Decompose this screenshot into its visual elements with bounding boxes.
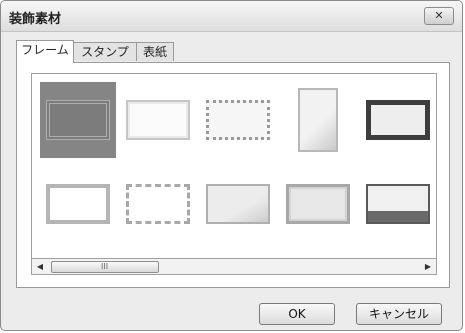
- cancel-button[interactable]: キャンセル: [356, 303, 442, 325]
- frame-1-icon: [46, 100, 110, 140]
- decoration-material-dialog: 装飾素材 ✕ フレーム スタンプ 表紙 ◀ III ▶ OK キャンセル: [0, 0, 463, 331]
- frame-thumb-10[interactable]: [360, 166, 436, 242]
- frame-thumb-4[interactable]: [280, 82, 356, 158]
- tab-frame[interactable]: フレーム: [16, 40, 74, 63]
- grip-icon: III: [101, 262, 109, 271]
- frame-9-icon: [286, 184, 350, 224]
- frame-5-icon: [366, 100, 430, 140]
- frame-thumb-6[interactable]: [40, 166, 116, 242]
- tab-cover[interactable]: 表紙: [136, 42, 174, 61]
- frame-10-icon: [366, 184, 430, 224]
- frame-2-icon: [126, 100, 190, 140]
- frame-thumb-5[interactable]: [360, 82, 436, 158]
- ok-button[interactable]: OK: [259, 303, 335, 325]
- dialog-title: 装飾素材: [9, 12, 62, 27]
- tab-stamp[interactable]: スタンプ: [73, 42, 137, 61]
- close-button[interactable]: ✕: [424, 7, 454, 25]
- frame-thumb-9[interactable]: [280, 166, 356, 242]
- frame-3-icon: [206, 100, 270, 140]
- frame-thumb-7[interactable]: [120, 166, 196, 242]
- frame-thumb-8[interactable]: [200, 166, 276, 242]
- frame-thumb-2[interactable]: [120, 82, 196, 158]
- scroll-right-icon[interactable]: ▶: [420, 259, 436, 274]
- scroll-left-icon[interactable]: ◀: [32, 259, 48, 274]
- frame-thumb-3[interactable]: [200, 82, 276, 158]
- frame-4-icon: [298, 88, 338, 152]
- frame-thumb-1[interactable]: [40, 82, 116, 158]
- title-bar: 装飾素材 ✕: [1, 1, 462, 32]
- horizontal-scrollbar[interactable]: ◀ III ▶: [31, 259, 437, 275]
- frame-8-icon: [206, 184, 270, 224]
- scrollbar-thumb[interactable]: III: [51, 261, 159, 273]
- frame-7-icon: [126, 184, 190, 224]
- frame-gallery: [31, 73, 437, 259]
- frame-6-icon: [46, 184, 110, 224]
- tab-panel: ◀ III ▶: [16, 62, 450, 288]
